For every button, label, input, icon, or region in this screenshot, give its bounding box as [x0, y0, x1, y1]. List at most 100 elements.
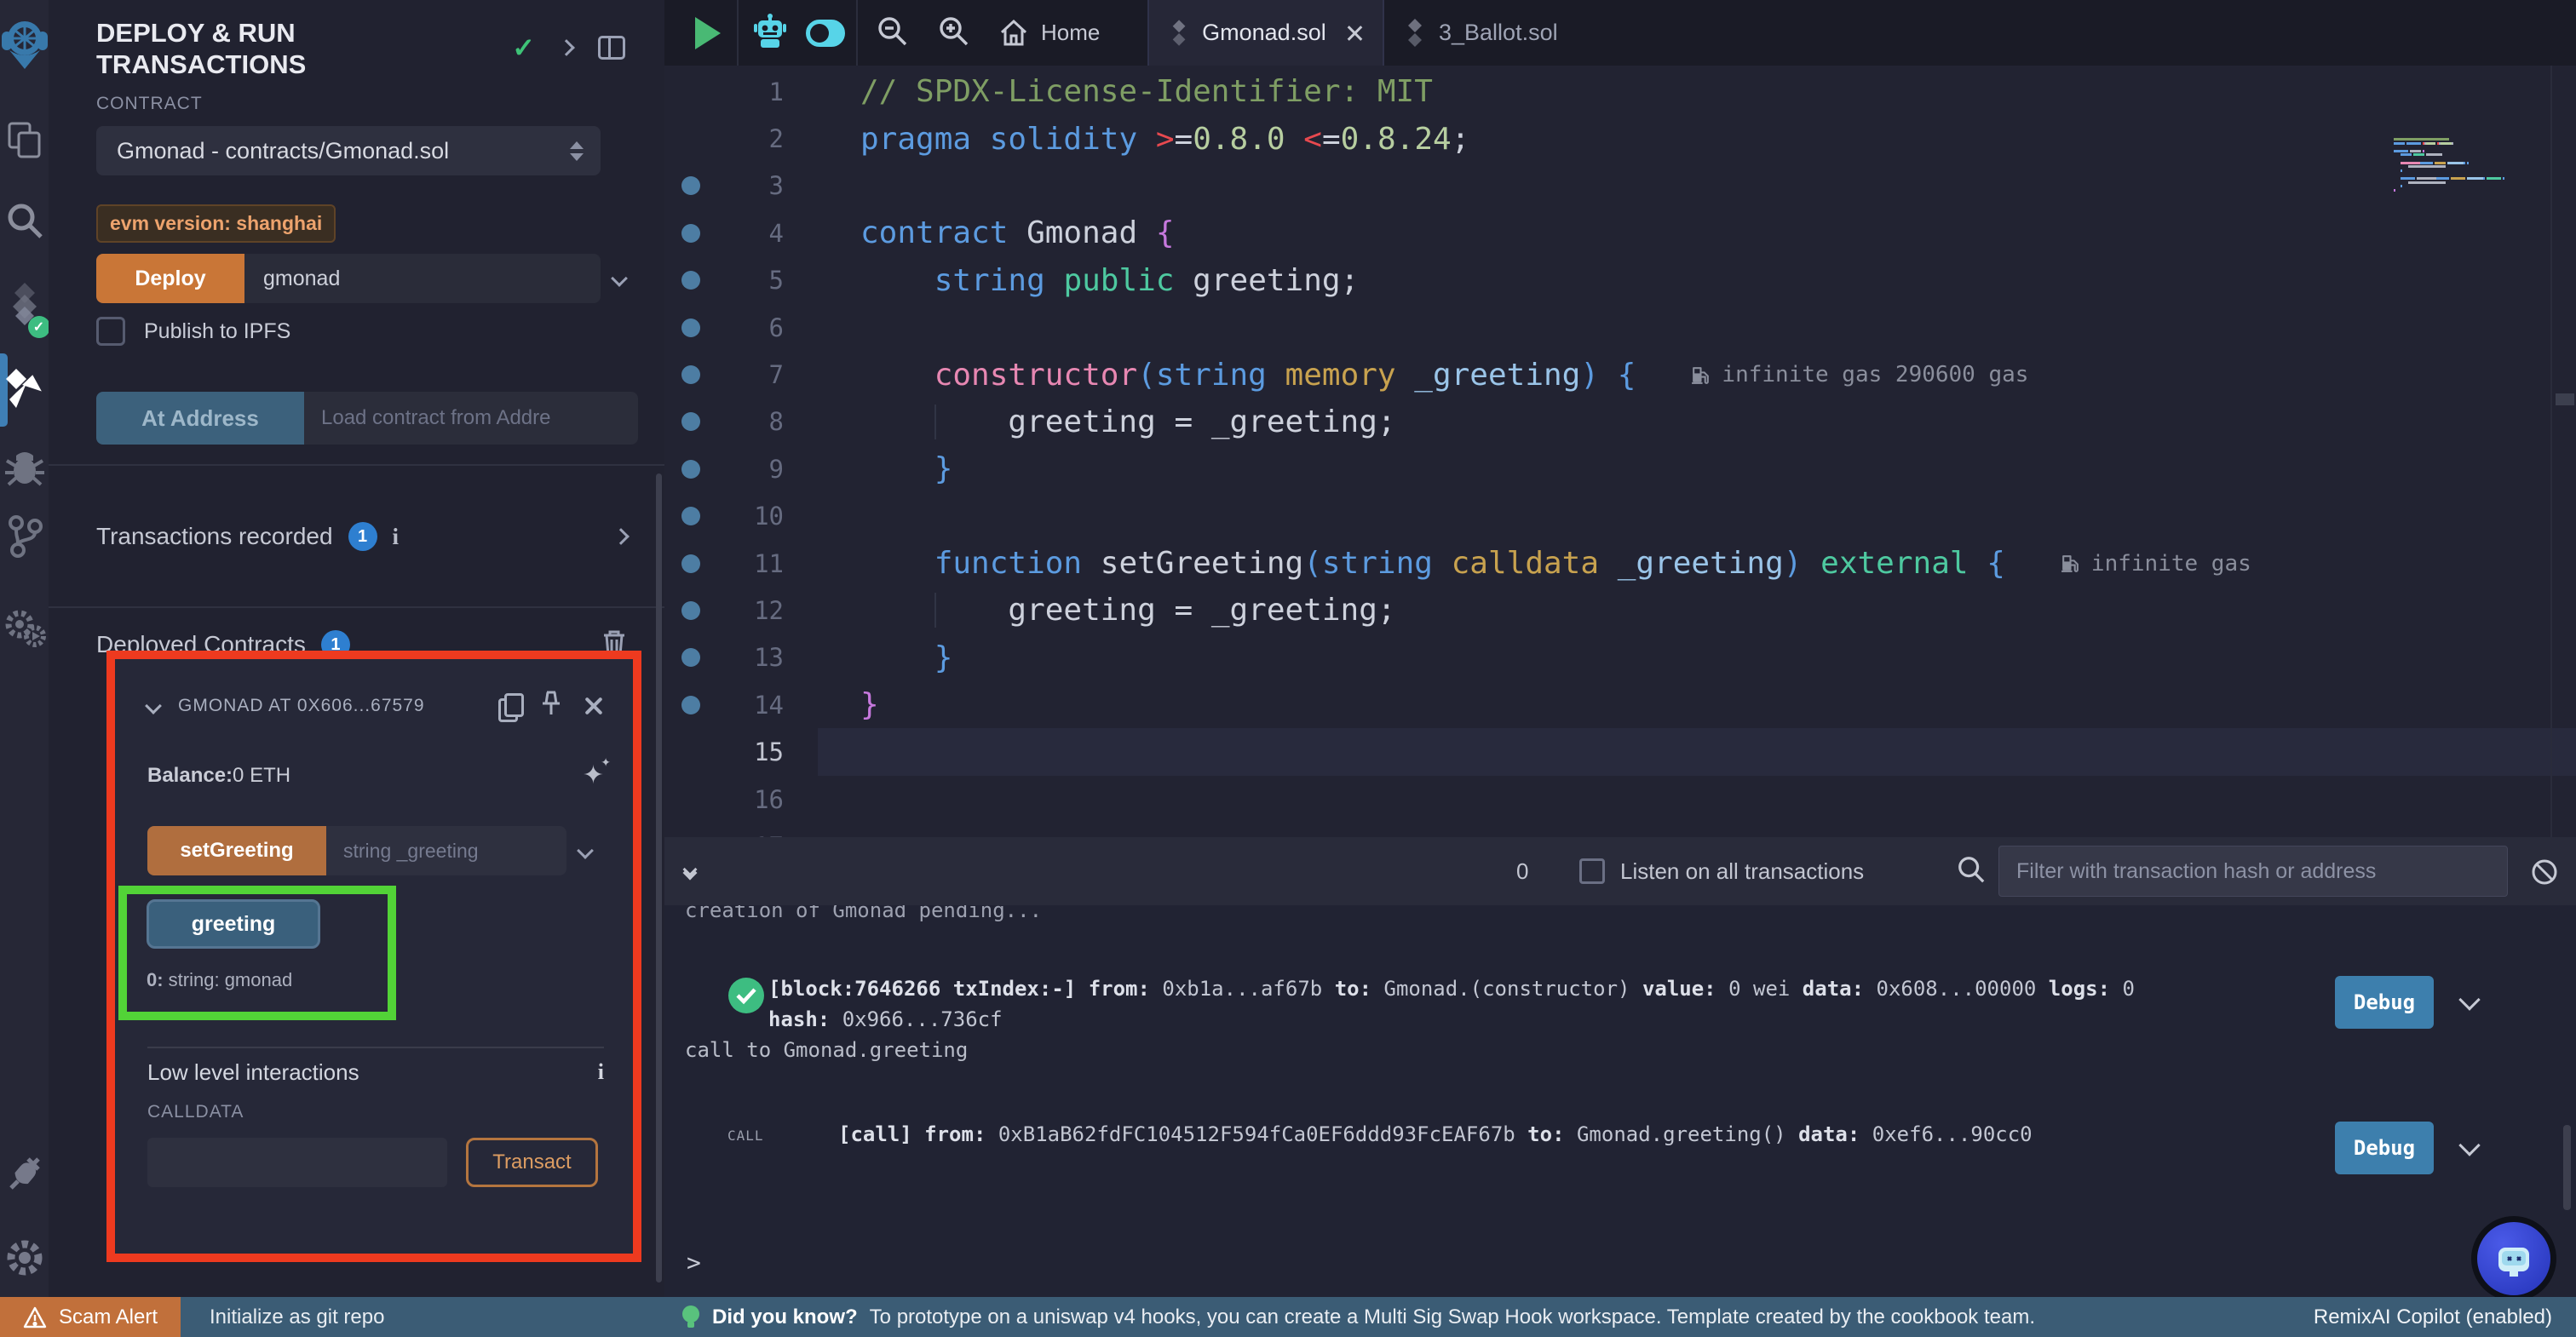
card-collapse-icon[interactable]: [145, 697, 162, 714]
settings-icon[interactable]: [0, 1235, 49, 1281]
code-line-6[interactable]: 6: [664, 304, 2576, 351]
ai-robot-icon[interactable]: [753, 12, 787, 54]
code-line-17[interactable]: 17: [664, 823, 2576, 837]
terminal-header: 0 Listen on all transactions: [664, 837, 2576, 905]
copilot-toggle[interactable]: [806, 20, 845, 47]
copy-address-icon[interactable]: [498, 693, 520, 719]
tab-home[interactable]: Home: [998, 18, 1100, 49]
gutter-dot-icon[interactable]: [676, 601, 705, 620]
solidity-compiler-icon[interactable]: ✓: [0, 283, 49, 330]
gutter-dot-icon[interactable]: [676, 460, 705, 479]
code-line-13[interactable]: 13 }: [664, 634, 2576, 681]
log-expand-icon[interactable]: [2462, 992, 2477, 1011]
file-explorer-icon[interactable]: [0, 119, 49, 162]
code-line-3[interactable]: 3: [664, 163, 2576, 209]
solidity-unit-testing-icon[interactable]: [0, 605, 49, 651]
gutter-dot-icon[interactable]: [676, 224, 705, 243]
panel-layout-icon[interactable]: [598, 36, 625, 60]
listen-all-label: Listen on all transactions: [1620, 858, 1864, 885]
pin-icon[interactable]: [539, 690, 563, 721]
tab-gmonad-sol[interactable]: Gmonad.sol: [1147, 0, 1384, 66]
setgreeting-input[interactable]: [326, 826, 566, 875]
terminal-scrollbar[interactable]: [2563, 1125, 2571, 1210]
minimap[interactable]: [2394, 138, 2539, 204]
zoom-out-icon[interactable]: [876, 14, 908, 51]
gutter-dot-icon[interactable]: [676, 176, 705, 195]
publish-ipfs-checkbox[interactable]: [96, 317, 125, 346]
greeting-button[interactable]: greeting: [147, 899, 320, 949]
listen-all-checkbox[interactable]: [1579, 858, 1605, 884]
panel-expand-icon[interactable]: [558, 39, 575, 56]
deploy-button[interactable]: Deploy: [96, 254, 244, 303]
code-line-4[interactable]: 4contract Gmonad {: [664, 209, 2576, 256]
code-line-16[interactable]: 16: [664, 776, 2576, 823]
terminal-collapse-icon[interactable]: [685, 864, 695, 878]
code-line-14[interactable]: 14}: [664, 681, 2576, 728]
search-icon[interactable]: [0, 199, 49, 242]
gutter-dot-icon[interactable]: [676, 554, 705, 573]
code-text: function setGreeting(string calldata _gr…: [808, 546, 2576, 581]
info-icon[interactable]: i: [598, 1059, 604, 1085]
line-number: 5: [705, 266, 808, 295]
transact-button[interactable]: Transact: [466, 1138, 598, 1187]
code-line-15[interactable]: 15: [664, 728, 2576, 775]
close-instance-icon[interactable]: [582, 695, 604, 717]
zoom-in-icon[interactable]: [937, 14, 969, 51]
debug-button[interactable]: Debug: [2335, 1122, 2434, 1174]
code-line-2[interactable]: 2pragma solidity >=0.8.0 <=0.8.24;: [664, 115, 2576, 162]
debugger-icon[interactable]: [0, 446, 49, 489]
log-expand-icon[interactable]: [2462, 1138, 2477, 1156]
gutter-dot-icon[interactable]: [676, 696, 705, 714]
code-editor[interactable]: 1// SPDX-License-Identifier: MIT2pragma …: [664, 66, 2576, 837]
gutter-dot-icon[interactable]: [676, 365, 705, 384]
code-line-10[interactable]: 10: [664, 493, 2576, 540]
gutter-dot-icon[interactable]: [676, 318, 705, 337]
code-line-11[interactable]: 11 function setGreeting(string calldata …: [664, 540, 2576, 587]
transactions-recorded-row[interactable]: Transactions recorded 1 i: [96, 509, 627, 564]
transactions-expand-icon[interactable]: [612, 528, 630, 545]
code-line-12[interactable]: 12 greeting = _greeting;: [664, 587, 2576, 634]
terminal-log[interactable]: [call] from: 0xB1aB62fdFC104512F594fCa0E…: [838, 1119, 2320, 1150]
run-script-button[interactable]: [695, 0, 721, 66]
code-line-9[interactable]: 9 }: [664, 445, 2576, 492]
info-icon[interactable]: i: [393, 524, 400, 550]
at-address-button[interactable]: At Address: [96, 392, 304, 445]
terminal-filter-input[interactable]: [1998, 846, 2508, 897]
terminal-search-icon[interactable]: [1956, 854, 1987, 889]
code-line-7[interactable]: 7 constructor(string memory _greeting) {…: [664, 351, 2576, 398]
divider: [49, 464, 664, 466]
deploy-expand-icon[interactable]: [611, 270, 628, 287]
editor-scrollbar[interactable]: [2550, 66, 2576, 837]
debug-button[interactable]: Debug: [2335, 976, 2434, 1029]
transactions-count-badge: 1: [348, 522, 377, 551]
deploy-and-run-icon[interactable]: [0, 361, 49, 416]
setgreeting-expand-icon[interactable]: [577, 842, 594, 859]
remixai-assistant-button[interactable]: [2471, 1216, 2556, 1297]
panel-scrollbar[interactable]: [656, 473, 662, 1282]
clear-filter-icon[interactable]: [2530, 858, 2559, 891]
setgreeting-button[interactable]: setGreeting: [147, 826, 326, 875]
calldata-input[interactable]: [147, 1138, 447, 1187]
sparkle-icon[interactable]: ✦✦: [583, 763, 604, 789]
gutter-dot-icon[interactable]: [676, 648, 705, 667]
terminal-log[interactable]: [block:7646266 txIndex:-] from: 0xb1a...…: [768, 973, 2320, 1035]
git-init-button[interactable]: Initialize as git repo: [210, 1305, 384, 1329]
gutter-dot-icon[interactable]: [676, 271, 705, 290]
gutter-dot-icon[interactable]: [676, 507, 705, 525]
panel-check-icon: ✓: [512, 34, 535, 61]
terminal-body[interactable]: creation of Gmonad pending... [block:764…: [664, 905, 2576, 1297]
scam-alert-button[interactable]: Scam Alert: [0, 1297, 181, 1337]
code-line-1[interactable]: 1// SPDX-License-Identifier: MIT: [664, 68, 2576, 115]
gutter-dot-icon[interactable]: [676, 412, 705, 431]
tab-3-ballot-sol[interactable]: 3_Ballot.sol: [1384, 0, 1597, 66]
contract-select[interactable]: Gmonad - contracts/Gmonad.sol: [96, 126, 601, 175]
tab-close-icon[interactable]: [1345, 24, 1362, 43]
evm-version-badge: evm version: shanghai: [96, 204, 336, 243]
remix-logo-icon[interactable]: [0, 12, 49, 77]
code-line-8[interactable]: 8 greeting = _greeting;: [664, 399, 2576, 445]
plugin-manager-icon[interactable]: [0, 1151, 49, 1197]
at-address-input[interactable]: [304, 392, 638, 445]
source-control-icon[interactable]: [0, 513, 49, 560]
code-line-5[interactable]: 5 string public greeting;: [664, 257, 2576, 304]
constructor-args-input[interactable]: [244, 254, 601, 303]
